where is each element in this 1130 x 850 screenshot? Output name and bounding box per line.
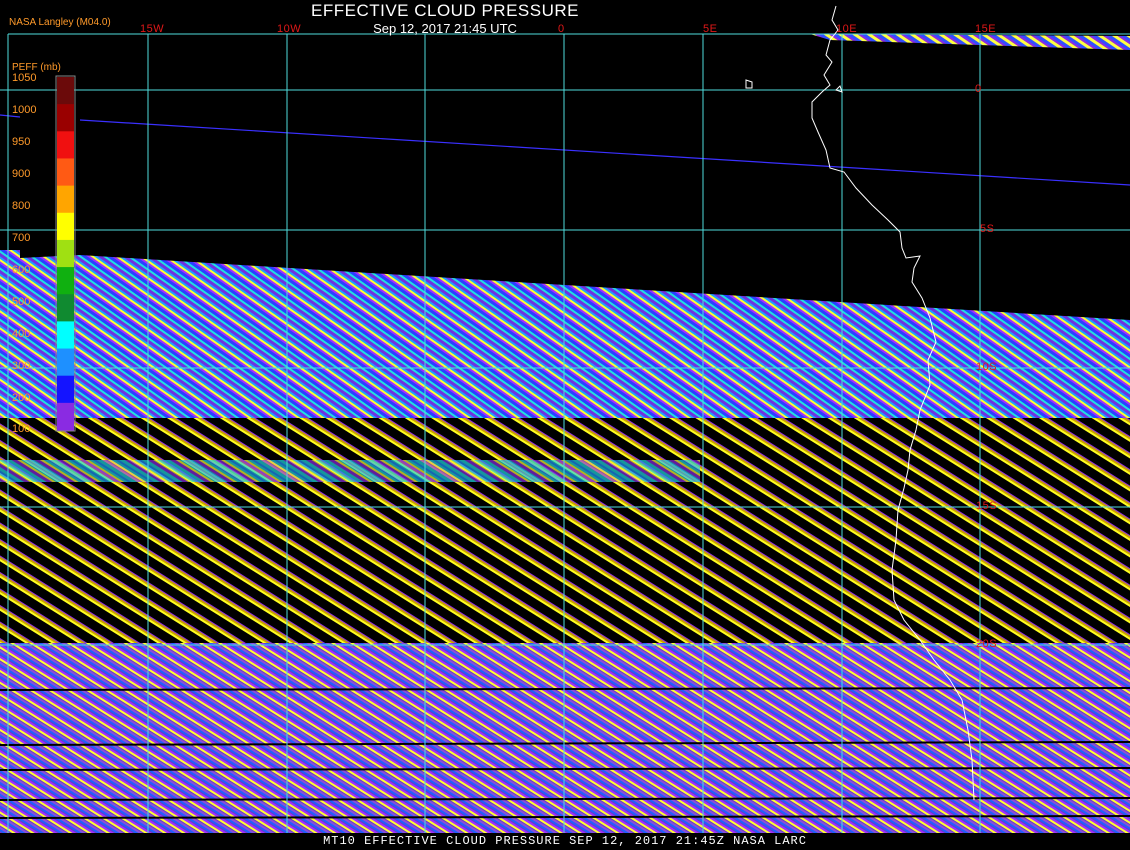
colorbar-swatch [57,321,74,350]
credit-label: NASA Langley (M04.0) [9,17,111,28]
colorbar-swatch [57,104,74,132]
swath-lower-dense [0,643,1130,833]
colorbar-tick-label: 1000 [12,104,37,116]
colorbar-tick-label: 600 [12,264,31,276]
colorbar-tick-label: 800 [12,200,31,212]
colorbar-swatch [57,267,74,295]
lat-label-5s: 5S [980,223,995,235]
colorbar-swatch [57,185,74,214]
lon-label-15e: 15E [975,23,997,35]
colorbar-swatch [57,131,74,159]
footer-caption: MT10 EFFECTIVE CLOUD PRESSURE SEP 12, 20… [323,834,807,848]
colorbar-swatch [57,239,74,268]
lon-label-10w: 10W [277,23,302,35]
colorbar-tick-label: 500 [12,296,31,308]
satellite-image-map [0,0,1130,850]
lon-label-15w: 15W [140,23,165,35]
colorbar-tick-label: 300 [12,360,31,372]
map-timestamp: Sep 12, 2017 21:45 UTC [373,21,517,36]
colorbar-swatch [57,77,74,105]
colorbar-swatch [57,375,74,404]
lat-label-10s: 10S [976,361,998,373]
colorbar-swatch [57,402,74,431]
colorbar-swatch [57,294,74,322]
lat-label-0: 0 [975,83,982,95]
lat-label-20s: 20S [976,638,998,650]
colorbar-tick-label: 700 [12,232,31,244]
colorbar-tick-label: 900 [12,168,31,180]
map-title: EFFECTIVE CLOUD PRESSURE [311,1,579,20]
swath-cyan-band-overlay [0,460,700,482]
colorbar-swatch [57,158,74,187]
colorbar-tick-label: 200 [12,392,31,404]
colorbar-tick-label: 950 [12,136,31,148]
colorbar-swatches [57,77,74,431]
colorbar-tick-label: 1050 [12,72,37,84]
lon-label-10e: 10E [836,23,858,35]
lon-label-0: 0 [558,23,565,35]
colorbar-tick-label: 100 [12,423,31,435]
colorbar [55,75,76,432]
lat-label-15s: 15S [976,500,998,512]
swath-middle-sparse [0,418,1130,643]
colorbar-tick-label: 400 [12,328,31,340]
colorbar-swatch [57,212,74,241]
colorbar-swatch [57,348,74,377]
lon-label-5e: 5E [703,23,718,35]
